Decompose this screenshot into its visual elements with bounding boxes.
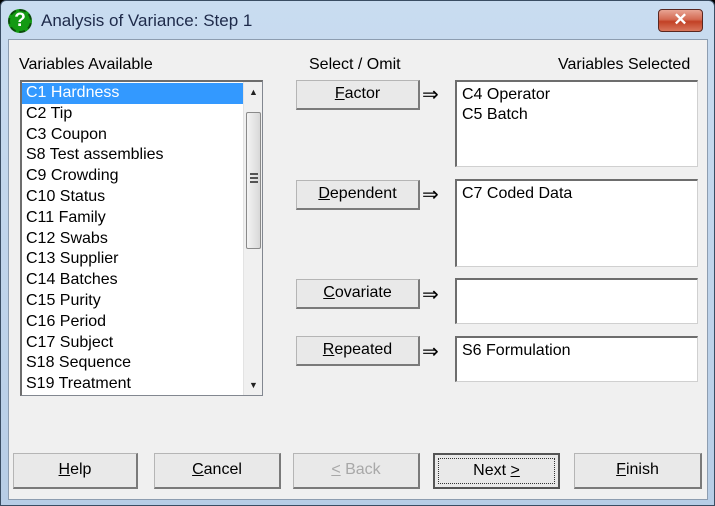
list-item[interactable]: S8 Test assemblies [22,145,243,166]
scroll-down-icon[interactable]: ▼ [244,375,263,395]
window-title: Analysis of Variance: Step 1 [41,11,253,30]
next-button[interactable]: Next > [433,453,560,489]
list-item[interactable]: C14 Batches [22,270,243,291]
focus-rectangle [438,458,555,484]
dependent-button[interactable]: Dependent [296,180,420,210]
list-item[interactable]: S18 Sequence [22,353,243,374]
list-item[interactable]: C4 Operator [462,85,692,105]
list-item[interactable]: C13 Supplier [22,249,243,270]
help-question-icon: ? [8,9,32,33]
factor-button[interactable]: Factor [296,80,420,110]
scroll-up-icon[interactable]: ▲ [244,82,263,102]
dialog-window: ? Analysis of Variance: Step 1 ✕ Variabl… [0,0,715,506]
covariate-list[interactable] [455,278,698,324]
list-item[interactable]: C16 Period [22,312,243,333]
list-item[interactable]: S19 Treatment [22,374,243,395]
arrow-right-icon: ⇒ [422,341,439,363]
help-button[interactable]: Help [13,453,138,489]
list-item[interactable]: C2 Tip [22,104,243,125]
list-item[interactable]: C15 Purity [22,291,243,312]
cancel-button[interactable]: Cancel [154,453,281,489]
dependent-list[interactable]: C7 Coded Data [455,179,698,267]
list-item[interactable]: C1 Hardness [22,83,243,104]
back-button[interactable]: < Back [293,453,420,489]
repeated-list[interactable]: S6 Formulation [455,336,698,382]
title-bar[interactable]: ? Analysis of Variance: Step 1 ✕ [1,1,714,39]
list-items: C1 Hardness C2 Tip C3 Coupon S8 Test assemb… [22,83,243,395]
list-item[interactable]: C11 Family [22,208,243,229]
close-icon: ✕ [673,10,688,29]
close-button[interactable]: ✕ [658,9,703,32]
list-item[interactable]: C5 Batch [462,105,692,125]
repeated-button[interactable]: Repeated [296,336,420,366]
factor-list[interactable]: C4 Operator C5 Batch [455,80,698,167]
list-item[interactable]: C3 Coupon [22,125,243,146]
finish-button[interactable]: Finish [574,453,702,489]
vertical-scrollbar[interactable]: ▲ ▼ [243,82,262,395]
arrow-right-icon: ⇒ [422,84,439,106]
list-item[interactable]: C17 Subject [22,333,243,354]
list-item[interactable]: C12 Swabs [22,229,243,250]
dialog-body: Variables Available Select / Omit Variab… [8,39,708,500]
scroll-thumb[interactable] [246,112,261,249]
list-item[interactable]: S6 Formulation [462,341,692,361]
arrow-right-icon: ⇒ [422,184,439,206]
list-item[interactable]: C9 Crowding [22,166,243,187]
select-omit-label: Select / Omit [309,56,401,73]
covariate-button[interactable]: Covariate [296,279,420,309]
list-item[interactable]: C7 Coded Data [462,184,692,204]
list-item[interactable]: C10 Status [22,187,243,208]
arrow-right-icon: ⇒ [422,284,439,306]
variables-selected-label: Variables Selected [558,56,691,73]
variables-available-list[interactable]: C1 Hardness C2 Tip C3 Coupon S8 Test assemb… [20,80,263,396]
variables-available-label: Variables Available [19,56,153,73]
grip-icon [250,173,258,183]
